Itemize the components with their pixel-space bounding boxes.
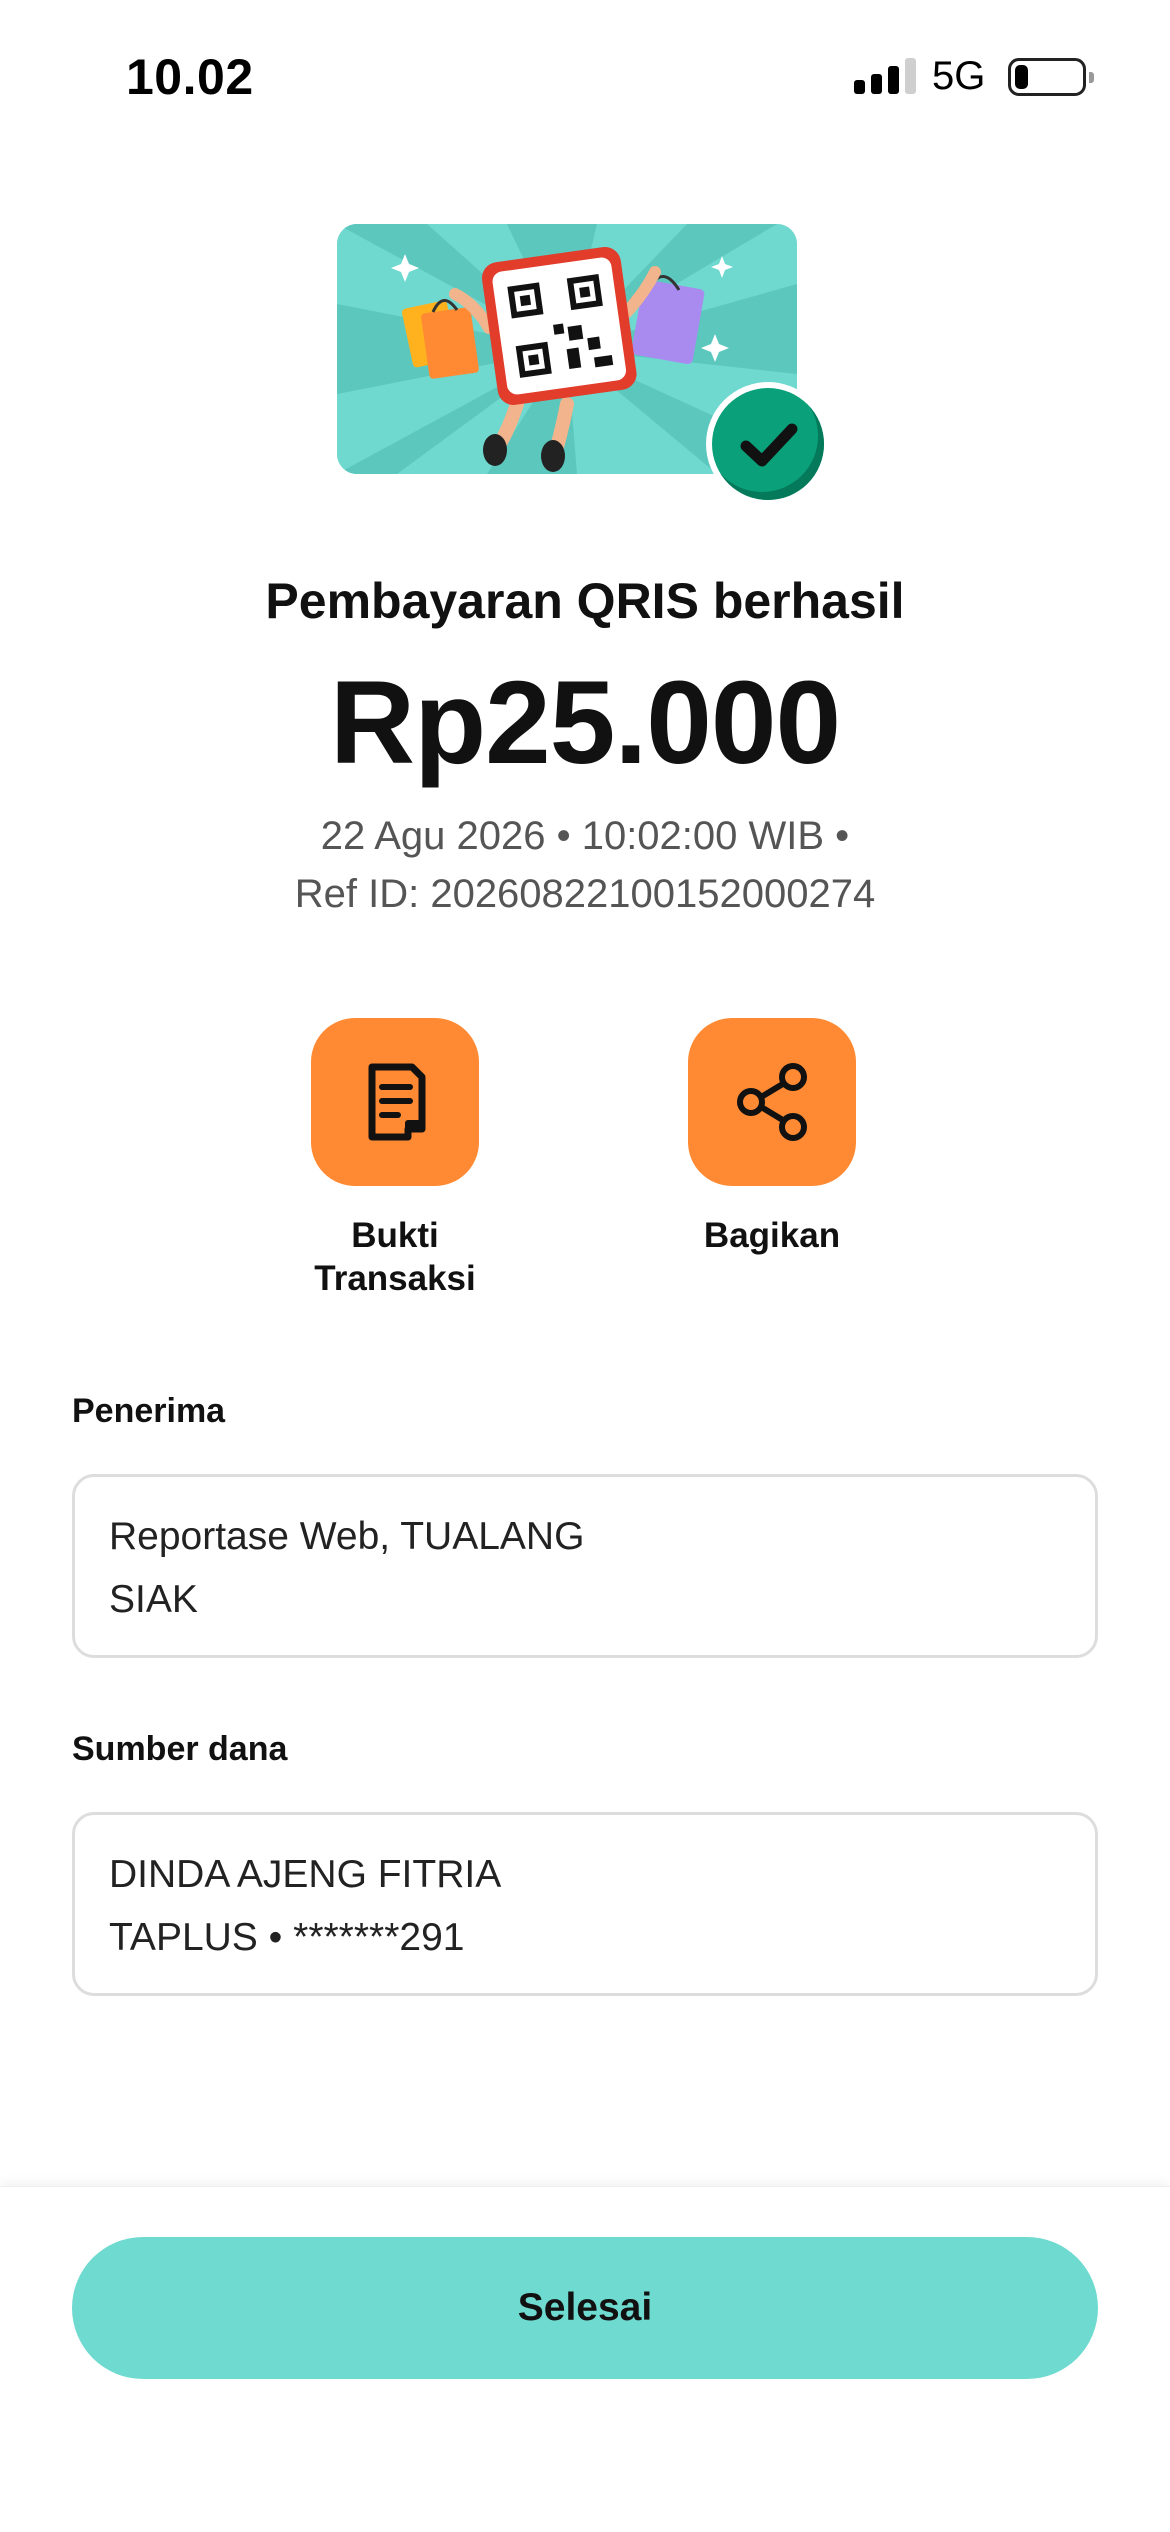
source-of-funds-field: DINDA AJENG FITRIA TAPLUS • *******291: [72, 1812, 1098, 1996]
footer: Selesai: [0, 2186, 1170, 2532]
receipt-label: Bukti Transaksi: [314, 1216, 476, 1298]
source-of-funds-label: Sumber dana: [72, 1730, 288, 1768]
share-button[interactable]: [688, 1018, 856, 1186]
recipient-label: Penerima: [72, 1392, 226, 1430]
success-badge: [706, 382, 830, 506]
battery-icon: [1008, 58, 1094, 96]
source-account-holder: DINDA AJENG FITRIA: [109, 1853, 502, 1896]
recipient-field: Reportase Web, TUALANG SIAK: [72, 1474, 1098, 1658]
cellular-signal-icon: [854, 58, 916, 94]
recipient-name: Reportase Web, TUALANG: [109, 1515, 585, 1558]
payment-amount: Rp25.000: [329, 657, 841, 789]
share-action[interactable]: Bagikan: [642, 1018, 902, 1257]
payment-status-title: Pembayaran QRIS berhasil: [265, 573, 905, 629]
battery-level: [1015, 65, 1028, 89]
receipt-button[interactable]: [311, 1018, 479, 1186]
recipient-location: SIAK: [109, 1578, 198, 1621]
status-bar: 10.02 5G: [0, 0, 1170, 150]
receipt-icon: [368, 1063, 426, 1141]
receipt-action[interactable]: Bukti Transaksi: [265, 1018, 525, 1300]
transaction-datetime: 22 Agu 2026 • 10:02:00 WIB •: [320, 814, 850, 858]
done-button[interactable]: Selesai: [72, 2237, 1098, 2379]
share-icon: [737, 1063, 807, 1141]
share-label: Bagikan: [703, 1216, 841, 1255]
source-account-number: TAPLUS • *******291: [109, 1916, 465, 1959]
checkmark-icon: [712, 388, 824, 500]
transaction-ref-id: Ref ID: 20260822100152000274: [294, 872, 876, 916]
status-time: 10.02: [126, 49, 254, 105]
network-type: 5G: [932, 54, 986, 98]
